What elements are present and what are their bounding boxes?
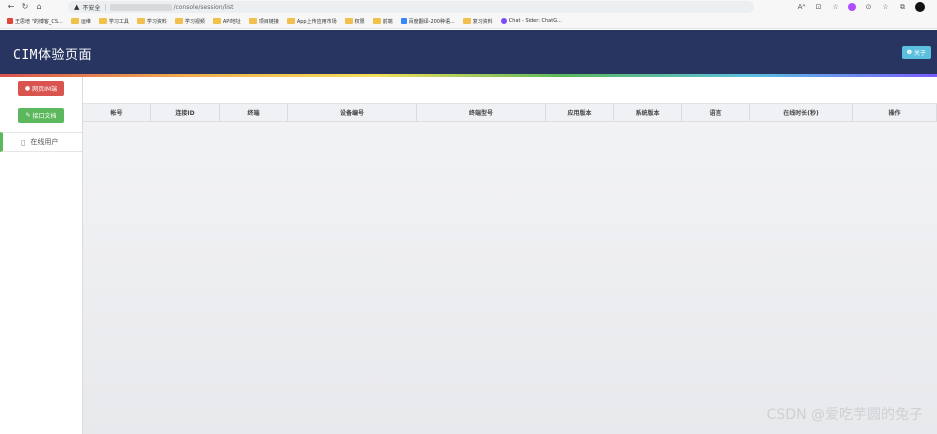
- read-aloud-icon[interactable]: Aᴬ: [797, 3, 806, 11]
- address-separator: |: [104, 3, 107, 11]
- folder-icon: [98, 18, 107, 24]
- redacted-host: [110, 3, 173, 11]
- column-header: 应用版本: [546, 104, 614, 121]
- bookmark-item[interactable]: 王思培 "的博客_CS...: [7, 18, 63, 25]
- main-content: 帐号 连接ID 终端 设备编号 终端型号 应用版本 系统版本 语言 在线时长(秒) 操作 CSDN…: [83, 77, 937, 434]
- api-docs-button[interactable]: ✎ 接口文档: [18, 108, 64, 123]
- document-icon: ▯: [21, 137, 26, 147]
- about-label: 关于: [913, 50, 926, 57]
- home-icon[interactable]: ⌂: [35, 2, 43, 12]
- web-im-button[interactable]: ● 网页IM端: [18, 81, 64, 96]
- column-header: 设备编号: [288, 104, 417, 121]
- column-header: 在线时长(秒): [750, 104, 853, 121]
- column-header: 系统版本: [614, 104, 682, 121]
- bookmark-label: 权限: [354, 18, 365, 25]
- column-header: 终端: [220, 104, 288, 121]
- bookmark-item[interactable]: 前端: [372, 18, 393, 25]
- refresh-icon[interactable]: ↻: [21, 2, 29, 12]
- info-circle-icon: ❶: [906, 49, 912, 56]
- bookmark-item[interactable]: 复习资料: [462, 18, 493, 25]
- bookmark-label: 前端: [382, 18, 393, 25]
- browser-nav: ← ↻ ⌂: [0, 2, 68, 12]
- leaf-icon: ✎: [25, 112, 31, 119]
- folder-icon: [212, 18, 221, 24]
- bookmark-item[interactable]: 学习工具: [98, 18, 129, 25]
- sidebar: ● 网页IM端 ✎ 接口文档 ▯ 在线用户: [0, 77, 83, 434]
- table-header: 帐号 连接ID 终端 设备编号 终端型号 应用版本 系统版本 语言 在线时长(秒) 操作: [83, 104, 937, 122]
- bookmark-label: 运维: [80, 18, 91, 25]
- bookmark-label: 项目链接: [258, 18, 279, 25]
- bookmark-item[interactable]: 学习资料: [136, 18, 167, 25]
- extension-icon[interactable]: [848, 3, 856, 11]
- about-button[interactable]: ❶ 关于: [901, 46, 931, 59]
- profile-avatar[interactable]: [915, 2, 925, 12]
- folder-icon: [344, 18, 353, 24]
- sidebar-item-online-users[interactable]: ▯ 在线用户: [0, 132, 82, 152]
- bookmarks-bar: 王思培 "的博客_CS... 运维 学习工具 学习资料 学习视频 API地址 项目链接 App…: [0, 14, 937, 29]
- address-bar[interactable]: ▲ 不安全 | /console/session/list: [68, 1, 754, 13]
- bookmark-label: 学习视频: [184, 18, 205, 25]
- column-header: 连接ID: [151, 104, 220, 121]
- bookmark-item[interactable]: 权限: [344, 18, 365, 25]
- back-icon[interactable]: ←: [7, 2, 15, 12]
- folder-icon: [248, 18, 257, 24]
- warning-icon: ▲: [74, 3, 80, 11]
- collections-icon[interactable]: ⧉: [898, 3, 907, 12]
- folder-icon: [70, 18, 79, 24]
- favorite-star-icon[interactable]: ☆: [831, 3, 840, 11]
- url-path: /console/session/list: [173, 3, 234, 11]
- page-title: CIM体验页面: [13, 48, 92, 63]
- bookmark-label: 学习资料: [146, 18, 167, 25]
- favorites-icon[interactable]: ☆: [881, 3, 890, 11]
- insecure-label: 不安全: [82, 4, 101, 12]
- browser-actions: Aᴬ ⊡ ☆ ⊙ ☆ ⧉: [797, 1, 925, 13]
- bookmark-item[interactable]: 学习视频: [174, 18, 205, 25]
- bookmark-item[interactable]: App上传应用市场: [286, 18, 337, 25]
- column-header: 帐号: [83, 104, 151, 121]
- column-header: 语言: [682, 104, 750, 121]
- site-icon: [500, 18, 507, 24]
- bookmark-label: 百度翻译-200种语...: [408, 18, 455, 25]
- extension-g-icon[interactable]: ⊙: [864, 3, 873, 11]
- sidebar-item-label: 在线用户: [30, 138, 59, 146]
- globe-icon: ●: [24, 85, 31, 92]
- bookmark-label: Chat - Sider: ChatG...: [508, 18, 562, 24]
- bookmark-label: 学习工具: [108, 18, 129, 25]
- folder-icon: [286, 18, 295, 24]
- folder-icon: [372, 18, 381, 24]
- bookmark-label: 复习资料: [472, 18, 493, 25]
- folder-icon: [174, 18, 183, 24]
- reader-view-icon[interactable]: ⊡: [814, 3, 823, 11]
- bookmark-label: App上传应用市场: [296, 18, 337, 25]
- column-header: 终端型号: [417, 104, 546, 121]
- content-toolbar: [83, 77, 937, 104]
- browser-toolbar: ← ↻ ⌂ ▲ 不安全 | /console/session/list Aᴬ ⊡…: [0, 0, 937, 14]
- bookmark-label: API地址: [222, 18, 241, 25]
- watermark: CSDN @爱吃芋圆的兔子: [766, 407, 923, 423]
- folder-icon: [462, 18, 471, 24]
- site-icon: [7, 18, 13, 24]
- bookmark-item[interactable]: API地址: [212, 18, 241, 25]
- bookmark-item[interactable]: Chat - Sider: ChatG...: [500, 18, 562, 24]
- app-header: CIM体验页面 ❶ 关于: [0, 30, 937, 75]
- folder-icon: [136, 18, 145, 24]
- column-header: 操作: [853, 104, 937, 121]
- api-docs-label: 接口文档: [32, 113, 57, 120]
- bookmark-item[interactable]: 百度翻译-200种语...: [400, 18, 455, 25]
- bookmark-item[interactable]: 项目链接: [248, 18, 279, 25]
- bookmark-item[interactable]: 运维: [70, 18, 91, 25]
- bookmark-label: 王思培 "的博客_CS...: [15, 18, 63, 25]
- site-icon: [400, 18, 407, 24]
- web-im-label: 网页IM端: [32, 86, 58, 93]
